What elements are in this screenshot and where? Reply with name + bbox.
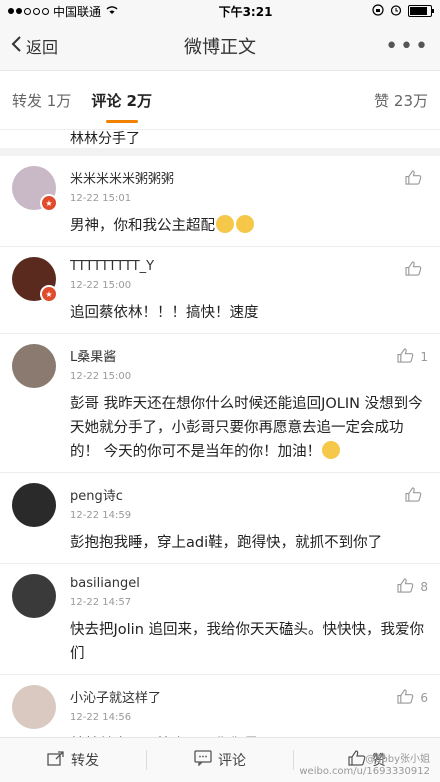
signal-icon [8, 7, 49, 15]
comment-body: peng诗c 12-22 14:59 彭抱抱我睡，穿上adi鞋，跑得快，就抓不到你了 [70, 483, 428, 555]
comment-item[interactable]: L桑果酱 12-22 15:00 彭哥 我昨天还在想你什么时候还能追回JOLIN 没… [0, 334, 440, 473]
comment-username[interactable]: basiliangel [70, 576, 428, 591]
wifi-icon [105, 4, 119, 18]
comment-timestamp: 12-22 15:01 [70, 193, 132, 204]
comment-like-button[interactable] [405, 170, 428, 188]
avatar[interactable] [12, 574, 56, 618]
comment-icon [194, 750, 212, 770]
comment-text: 追回蔡依林！！！搞快！速度 [70, 301, 428, 325]
partial-comment-text: 林林分手了 [0, 130, 440, 156]
repost-label: 转发 [71, 753, 99, 769]
repost-button[interactable]: 转发 [0, 750, 146, 770]
comment-timestamp: 12-22 15:00 [70, 371, 132, 382]
status-bar: 中国联通 下午3:21 [0, 0, 440, 22]
comment-username[interactable]: L桑果酱 [70, 346, 428, 365]
navbar: 返回 微博正文 ••• [0, 22, 440, 71]
rotation-lock-icon [372, 3, 384, 19]
face-emoji-icon [322, 441, 341, 459]
status-time: 下午3:21 [218, 4, 273, 19]
comment-like-button[interactable]: 8 [397, 578, 428, 596]
page-title: 微博正文 [184, 37, 256, 58]
alarm-icon [390, 4, 402, 19]
comment-like-button[interactable] [405, 487, 428, 505]
comment-timestamp: 12-22 14:59 [70, 510, 132, 521]
comment-text: 快去把Jolin 追回来，我给你天天磕头。快快快，我爱你们 [70, 618, 428, 666]
battery-icon [408, 5, 434, 17]
comment-timestamp: 12-22 14:56 [70, 712, 132, 723]
status-right [372, 3, 434, 19]
comment-body: TTTTTTTTT_Y 12-22 15:00 追回蔡依林！！！搞快！速度 [70, 257, 428, 325]
thumbs-up-icon [397, 348, 414, 366]
thumbs-up-icon [405, 170, 422, 188]
tab-bar: 转发 1万 评论 2万 赞 23万 [0, 71, 440, 130]
watermark-url: weibo.com/u/1693330912 [299, 766, 430, 777]
back-button[interactable]: 返回 [10, 34, 58, 58]
comment-body: basiliangel 12-22 14:57 快去把Jolin 追回来，我给你天天… [70, 574, 428, 666]
comment-text-content: 追回蔡依林！！！搞快！速度 [70, 305, 259, 321]
tab-repost[interactable]: 转发 1万 [12, 71, 71, 129]
share-icon [47, 750, 65, 770]
comment-like-button[interactable]: 1 [397, 348, 428, 366]
verified-badge-icon: ★ [40, 194, 58, 212]
comment-text: 彭抱抱我睡，穿上adi鞋，跑得快，就抓不到你了 [70, 531, 428, 555]
comment-text: 男神，你和我公主超配 [70, 214, 428, 238]
tab-like[interactable]: 赞 23万 [374, 71, 428, 129]
comment-like-count: 6 [420, 691, 428, 705]
comment-label: 评论 [218, 753, 246, 769]
chevron-left-icon [10, 35, 22, 57]
comment-body: 米米米米米粥粥粥 12-22 15:01 男神，你和我公主超配 [70, 166, 428, 238]
comment-like-count: 1 [420, 350, 428, 364]
comment-like-button[interactable]: 6 [397, 689, 428, 707]
avatar[interactable]: ★ [12, 166, 58, 212]
comment-item[interactable]: basiliangel 12-22 14:57 快去把Jolin 追回来，我给你天天… [0, 564, 440, 675]
verified-badge-icon: ★ [40, 285, 58, 303]
thumbs-up-icon [397, 578, 414, 596]
watermark: @abby张小姐 weibo.com/u/1693330912 [299, 754, 430, 778]
avatar[interactable] [12, 344, 56, 388]
doge-emoji-icon [236, 215, 254, 233]
carrier-label: 中国联通 [53, 4, 102, 19]
doge-emoji-icon [216, 215, 234, 233]
comment-text: 彭哥 我昨天还在想你什么时候还能追回JOLIN 没想到今天她就分手了，小彭哥只要… [70, 392, 428, 464]
comment-text-content: 彭哥 我昨天还在想你什么时候还能追回JOLIN 没想到今天她就分手了，小彭哥只要… [70, 396, 423, 460]
comment-item[interactable]: peng诗c 12-22 14:59 彭抱抱我睡，穿上adi鞋，跑得快，就抓不到你了 [0, 473, 440, 564]
avatar[interactable] [12, 483, 56, 527]
more-menu-button[interactable]: ••• [385, 34, 430, 59]
comment-timestamp: 12-22 15:00 [70, 280, 132, 291]
avatar[interactable] [12, 685, 56, 729]
avatar[interactable]: ★ [12, 257, 58, 303]
watermark-author: @abby张小姐 [365, 754, 430, 765]
tab-comment[interactable]: 评论 2万 [91, 71, 152, 129]
comment-text-content: 快去把Jolin 追回来，我给你天天磕头。快快快，我爱你们 [70, 622, 425, 662]
comment-like-button[interactable] [405, 261, 428, 279]
thumbs-up-icon [397, 689, 414, 707]
comment-like-count: 8 [420, 580, 428, 594]
comment-username[interactable]: peng诗c [70, 485, 428, 504]
thumbs-up-icon [405, 487, 422, 505]
comment-item[interactable]: ★ 米米米米米粥粥粥 12-22 15:01 男神，你和我公主超配 [0, 156, 440, 247]
comment-button[interactable]: 评论 [147, 750, 293, 770]
comment-item[interactable]: ★ TTTTTTTTT_Y 12-22 15:00 追回蔡依林！！！搞快！速度 [0, 247, 440, 334]
thumbs-up-icon [405, 261, 422, 279]
status-left: 中国联通 [8, 3, 119, 20]
comment-username[interactable]: TTTTTTTTT_Y [70, 259, 428, 274]
comment-body: L桑果酱 12-22 15:00 彭哥 我昨天还在想你什么时候还能追回JOLIN 没… [70, 344, 428, 464]
comment-timestamp: 12-22 14:57 [70, 597, 132, 608]
comment-text-content: 男神，你和我公主超配 [70, 218, 215, 234]
comment-text-content: 彭抱抱我睡，穿上adi鞋，跑得快，就抓不到你了 [70, 535, 383, 551]
back-label: 返回 [26, 38, 59, 57]
comment-username[interactable]: 小沁子就这样了 [70, 687, 428, 706]
comment-list: ★ 米米米米米粥粥粥 12-22 15:01 男神，你和我公主超配 ★ TTTTTTTTT… [0, 156, 440, 766]
comment-username[interactable]: 米米米米米粥粥粥 [70, 168, 428, 187]
